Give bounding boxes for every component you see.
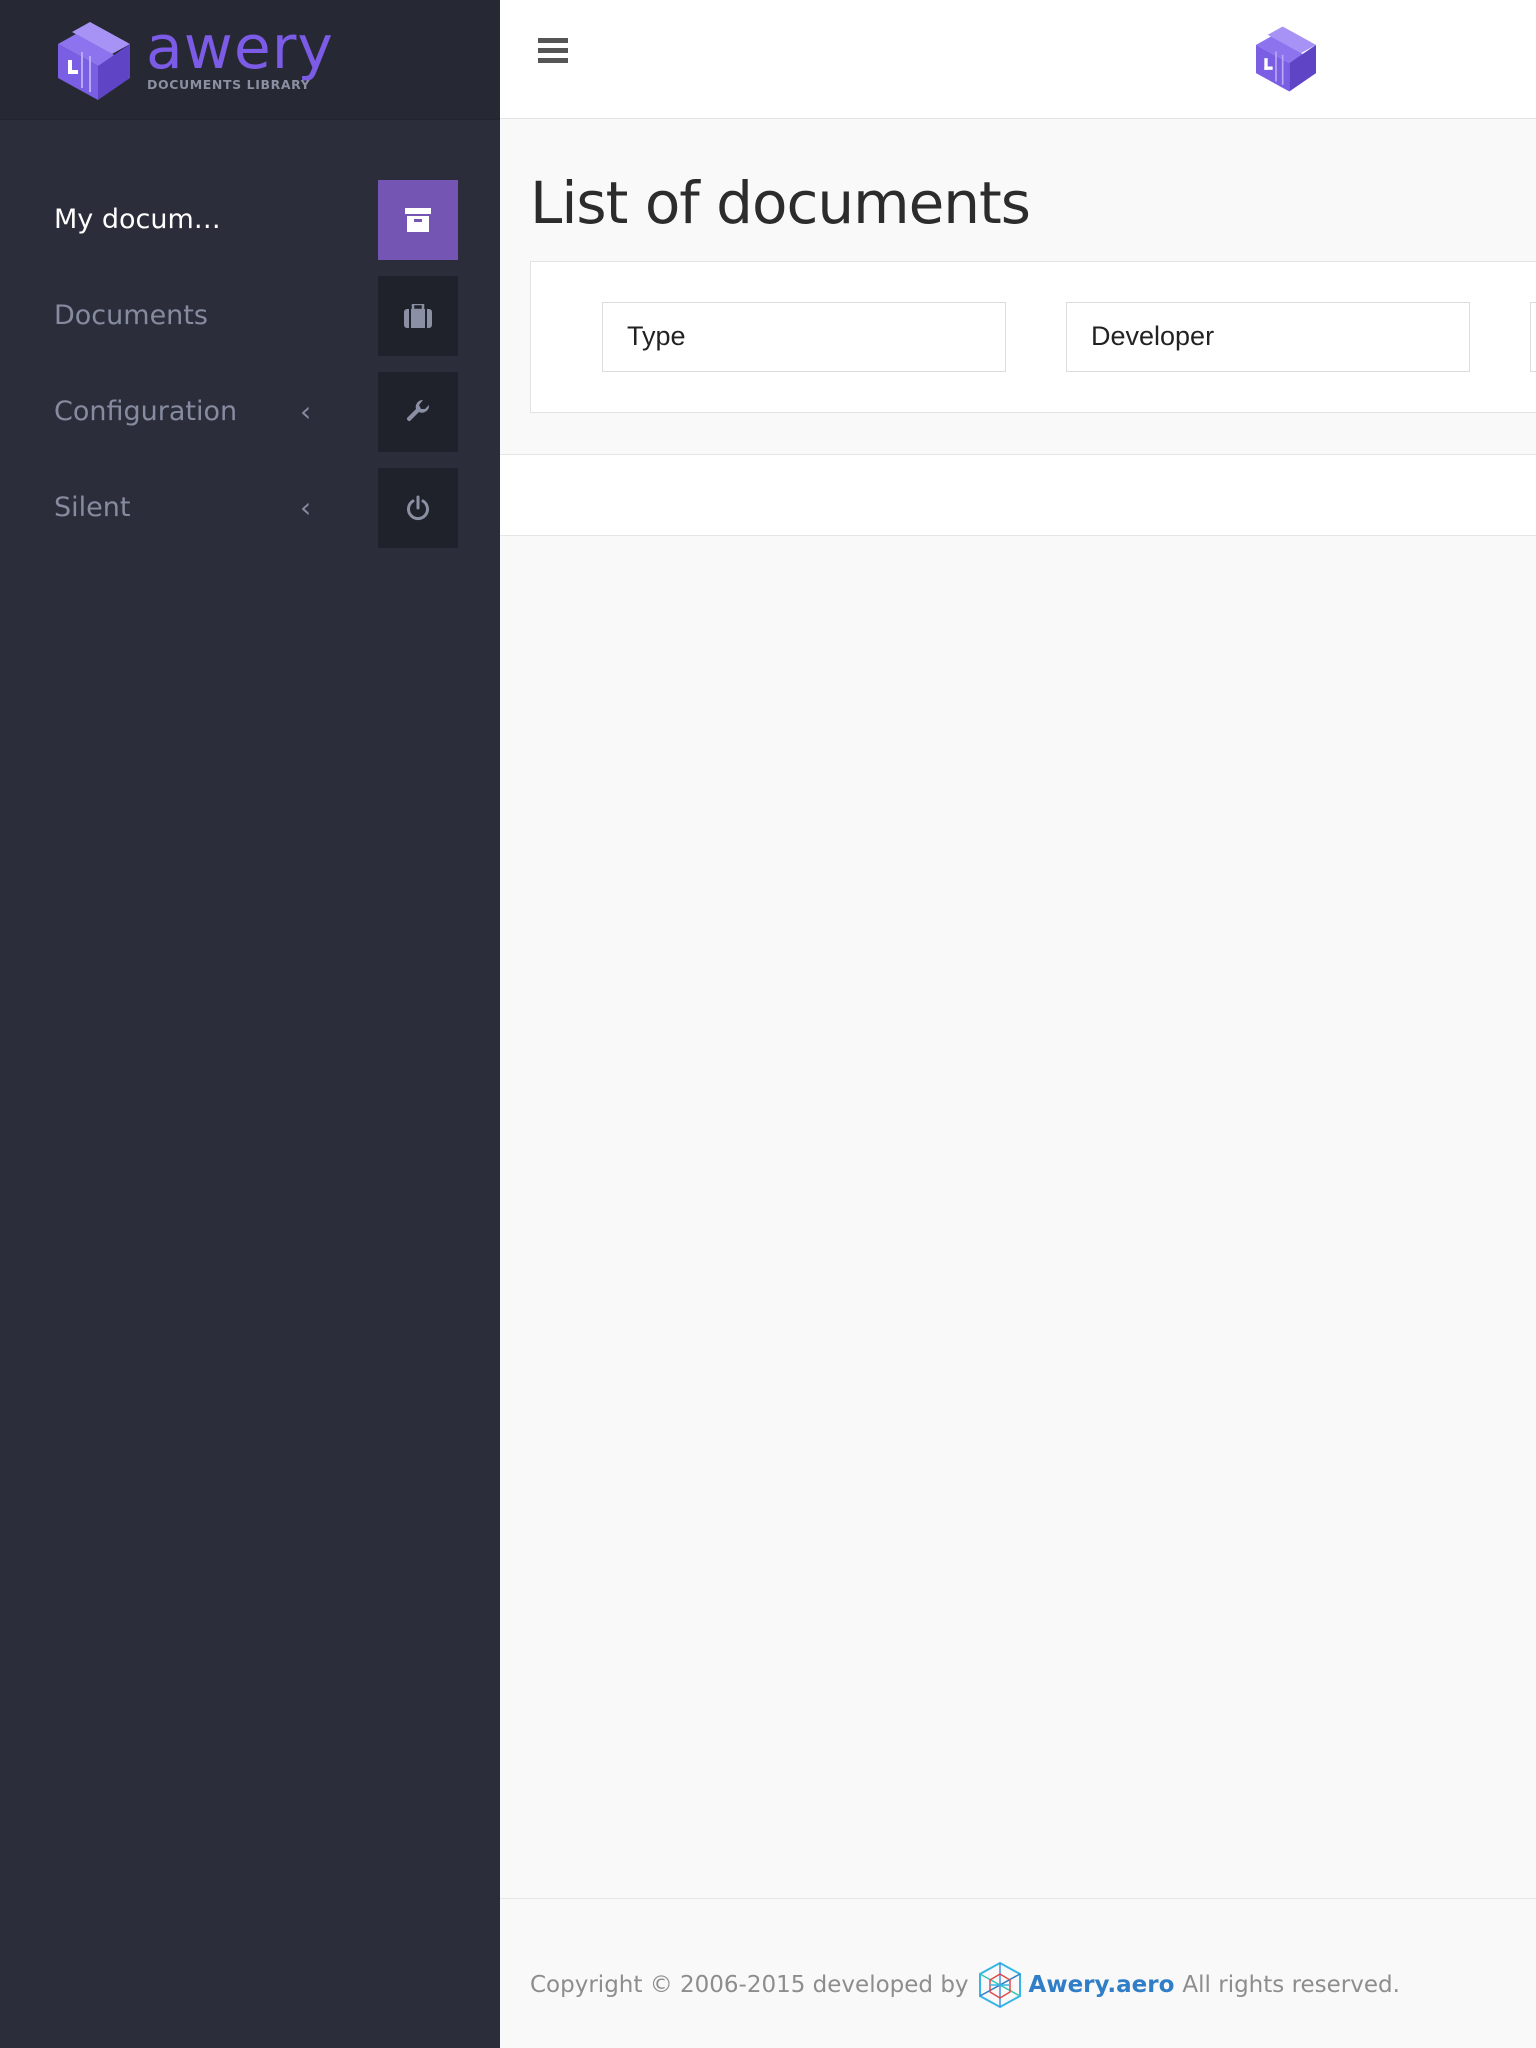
sidebar-item-documents[interactable]: Documents [0, 276, 500, 356]
filter-panel: Type Developer [530, 261, 1536, 413]
sidebar: awery DOCUMENTS LIBRARY My docum… Docume… [0, 0, 500, 2048]
top-bar [500, 0, 1536, 119]
sidebar-item-label: Silent [54, 492, 131, 523]
chevron-left-icon[interactable]: ‹ [300, 392, 311, 432]
hamburger-icon[interactable] [538, 38, 568, 66]
sidebar-item-configuration[interactable]: Configuration ‹ [0, 372, 500, 452]
copyright-prefix: Copyright © 2006-2015 developed by [530, 1972, 969, 1998]
developer-filter-select[interactable]: Developer [1066, 302, 1470, 372]
briefcase-icon[interactable] [378, 276, 458, 356]
power-icon[interactable] [378, 468, 458, 548]
sidebar-item-silent[interactable]: Silent ‹ [0, 468, 500, 548]
brand-subtitle: DOCUMENTS LIBRARY [147, 77, 311, 92]
sidebar-item-label: Configuration [54, 396, 238, 427]
awery-aero-logo-icon [978, 1961, 1021, 2009]
brand-name: awery [146, 13, 334, 83]
type-filter-select[interactable]: Type [602, 302, 1006, 372]
awery-logo-icon[interactable] [1256, 26, 1316, 92]
archive-icon[interactable] [378, 180, 458, 260]
chevron-left-icon[interactable]: ‹ [300, 488, 311, 528]
brand-header: awery DOCUMENTS LIBRARY [0, 0, 500, 120]
copyright-suffix: All rights reserved. [1182, 1972, 1400, 1998]
footer: Copyright © 2006-2015 developed by Awery… [500, 1898, 1536, 2048]
page-title: List of documents [530, 169, 1031, 237]
sidebar-nav: My docum… Documents Configuration ‹ Sile… [0, 180, 500, 564]
sidebar-item-label: Documents [54, 300, 208, 331]
toolbar-strip [500, 454, 1536, 536]
awery-logo-icon[interactable] [58, 22, 130, 100]
sidebar-item-my-documents[interactable]: My docum… [0, 180, 500, 260]
copyright-text: Copyright © 2006-2015 developed by Awery… [530, 1961, 1400, 2009]
filter-select-partial[interactable] [1530, 302, 1536, 372]
wrench-icon[interactable] [378, 372, 458, 452]
sidebar-item-label: My docum… [54, 204, 221, 235]
awery-aero-link[interactable]: Awery.aero [1029, 1972, 1175, 1998]
